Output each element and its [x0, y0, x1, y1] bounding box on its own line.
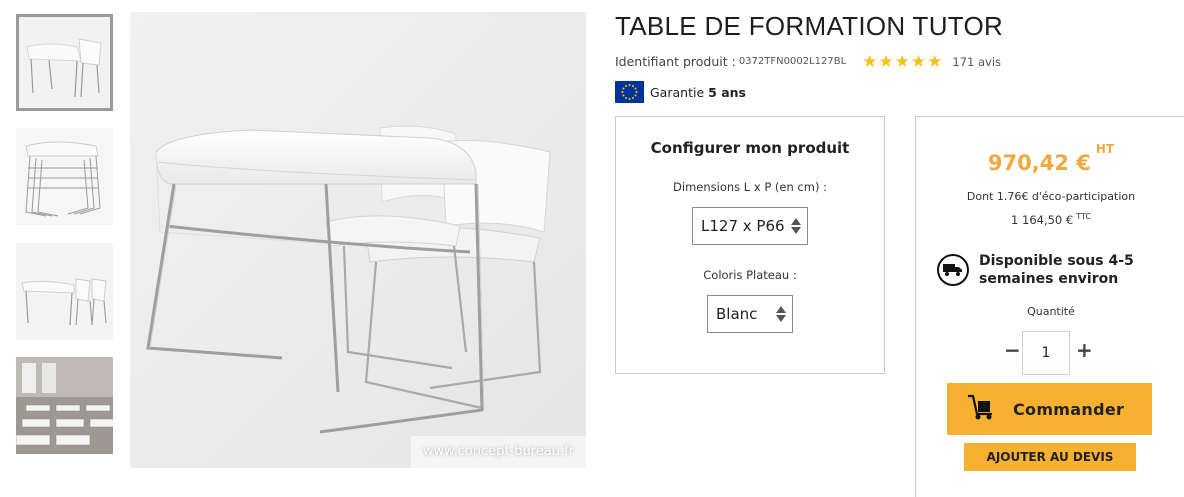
watermark-text: www.concept-bureau.fr: [410, 436, 586, 468]
add-to-quote-button[interactable]: AJOUTER AU DEVIS: [964, 443, 1136, 471]
training-table-illustration: [130, 12, 586, 468]
quantity-decrease-button[interactable]: −: [1004, 340, 1021, 360]
warranty-label: Garantie: [650, 84, 705, 100]
dimensions-value: L127 x P66: [701, 217, 785, 235]
dimensions-label: Dimensions L x P (en cm) :: [673, 180, 827, 194]
eu-flag-icon: [615, 81, 644, 103]
stacked-tables-image: [16, 128, 113, 225]
star-icon: ★: [927, 51, 943, 72]
select-arrows-icon: [776, 306, 786, 322]
product-id-value: 0372TFN0002L127BL: [738, 56, 847, 67]
color-label: Coloris Plateau :: [703, 268, 797, 282]
product-meta: Identifiant produit : 0372TFN0002L127BL …: [615, 51, 1001, 72]
quantity-label: Quantité: [1027, 305, 1075, 318]
color-value: Blanc: [716, 305, 758, 323]
availability: Disponible sous 4-5 semaines environ: [937, 252, 1154, 288]
price-ttc: 1 164,50 € TTC: [916, 212, 1184, 227]
product-id-label: Identifiant produit :: [615, 54, 736, 69]
color-select[interactable]: Blanc: [707, 295, 793, 333]
warranty-badge: Garantie 5 ans: [615, 81, 746, 103]
price-ht: 970,42 € HT: [916, 142, 1184, 175]
order-button[interactable]: Commander: [947, 383, 1152, 435]
ht-label: HT: [1095, 142, 1115, 156]
thumbnail-2[interactable]: [16, 128, 113, 225]
classroom-image: [16, 357, 113, 454]
thumbnail-3[interactable]: [16, 243, 113, 340]
table-chairs-image: [19, 17, 110, 108]
star-icon: ★: [894, 51, 910, 72]
configurator-panel: Configurer mon produit Dimensions L x P …: [615, 116, 885, 374]
price-ht-value: 970,42 €: [987, 151, 1091, 175]
table-chairs-side-image: [16, 243, 113, 340]
availability-text: Disponible sous 4-5 semaines environ: [979, 253, 1134, 287]
thumbnail-4[interactable]: [16, 357, 113, 454]
delivery-truck-icon: [937, 254, 969, 286]
star-icon: ★: [862, 51, 878, 72]
warranty-value: 5 ans: [708, 84, 746, 100]
eco-participation: Dont 1.76€ d'éco-participation: [966, 190, 1136, 203]
select-arrows-icon: [791, 218, 801, 234]
hand-truck-icon: [965, 392, 995, 426]
order-panel: 970,42 € HT Dont 1.76€ d'éco-participatio…: [915, 116, 1184, 497]
quantity-increase-button[interactable]: +: [1076, 340, 1093, 360]
product-title: TABLE DE FORMATION TUTOR: [615, 11, 1004, 41]
thumbnail-1[interactable]: [16, 14, 113, 111]
price-ttc-value: 1 164,50 €: [1011, 212, 1074, 227]
quantity-input[interactable]: 1: [1022, 331, 1070, 375]
ttc-label: TTC: [1076, 212, 1091, 221]
star-icon: ★: [910, 51, 927, 72]
main-product-image[interactable]: www.concept-bureau.fr: [130, 12, 586, 468]
rating-stars[interactable]: ★ ★ ★ ★ ★: [862, 51, 943, 72]
configurator-heading: Configurer mon produit: [650, 139, 850, 157]
dimensions-select[interactable]: L127 x P66: [692, 207, 808, 245]
order-button-label: Commander: [1013, 399, 1125, 419]
star-icon: ★: [878, 51, 894, 72]
reviews-link[interactable]: 171 avis: [952, 55, 1001, 69]
